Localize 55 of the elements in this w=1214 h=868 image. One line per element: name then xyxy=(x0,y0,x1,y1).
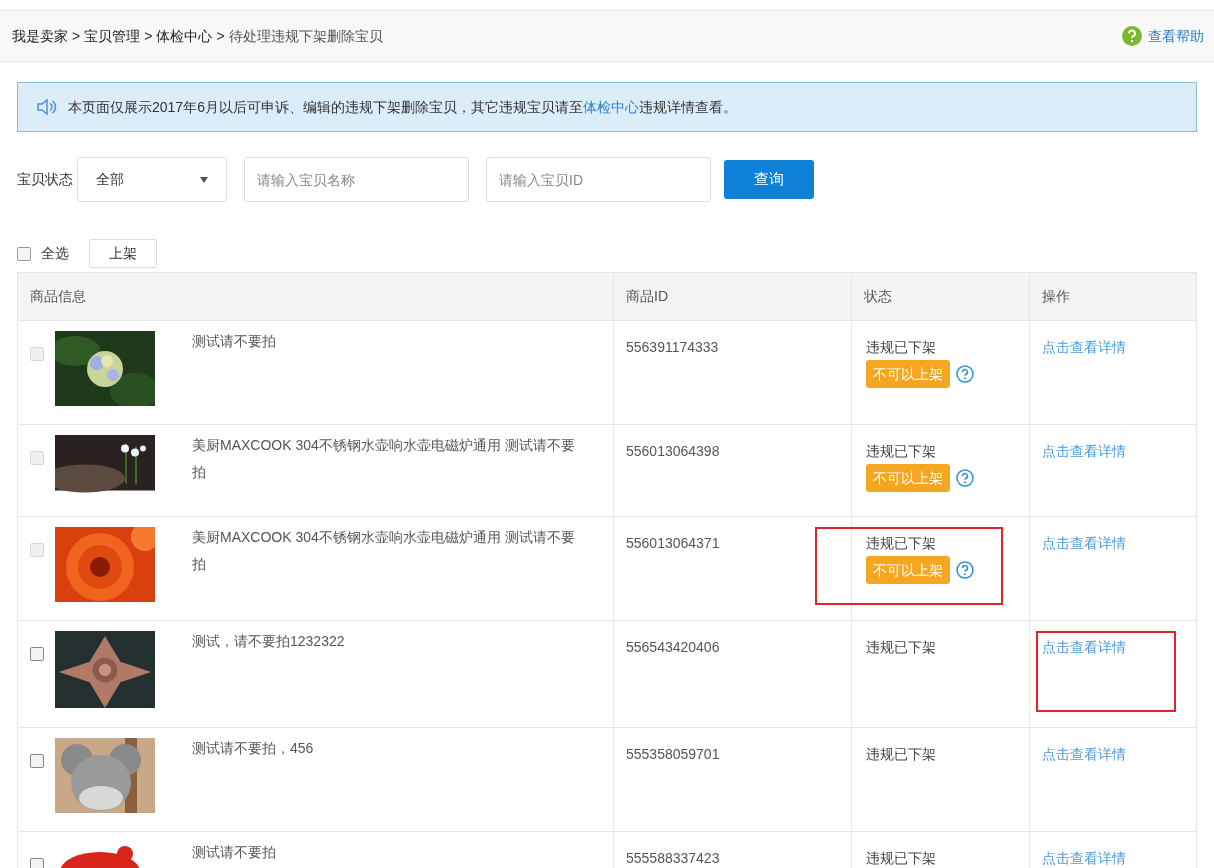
notice-link[interactable]: 体检中心 xyxy=(582,98,639,115)
status-select[interactable]: 全部 xyxy=(77,157,227,202)
view-details-link[interactable]: 点击查看详情 xyxy=(1042,746,1126,762)
status-text: 违规已下架 xyxy=(866,745,937,764)
product-id: 556013064371 xyxy=(626,535,720,551)
search-button[interactable]: 查询 xyxy=(724,160,814,199)
breadcrumb-item[interactable]: 我是卖家 xyxy=(12,25,68,47)
column-header: 状态 xyxy=(864,287,892,306)
status-tag: 不可以上架 xyxy=(866,360,950,388)
help-icon xyxy=(956,561,974,579)
status-text: 违规已下架 xyxy=(866,638,937,657)
help-icon xyxy=(956,365,974,383)
filter-label: 宝贝状态 xyxy=(17,170,73,189)
product-title: 美厨MAXCOOK 304不锈钢水壶响水壶电磁炉通用 测试请不要拍 xyxy=(192,436,576,482)
breadcrumb-separator: > xyxy=(144,26,153,46)
product-title: 测试请不要拍 xyxy=(192,332,277,351)
help-icon xyxy=(956,469,974,487)
row-checkbox[interactable] xyxy=(30,858,44,868)
status-tag: 不可以上架 xyxy=(866,556,950,584)
breadcrumb-item[interactable]: 体检中心 xyxy=(156,25,213,47)
help-icon xyxy=(1122,26,1142,46)
product-title: 测试请不要拍，456 xyxy=(192,739,315,758)
product-id: 556391174333 xyxy=(626,339,719,355)
row-checkbox[interactable] xyxy=(30,647,44,661)
breadcrumb-item: 待处理违规下架删除宝贝 xyxy=(228,26,383,46)
breadcrumb-item[interactable]: 宝贝管理 xyxy=(84,25,141,47)
product-id: 556013064398 xyxy=(626,443,720,459)
status-text: 违规已下架 xyxy=(866,338,937,357)
product-title: 美厨MAXCOOK 304不锈钢水壶响水壶电磁炉通用 测试请不要拍 xyxy=(192,528,576,574)
id-input[interactable]: 请输入宝贝ID xyxy=(486,157,711,202)
breadcrumb-separator: > xyxy=(72,26,81,46)
status-tag: 不可以上架 xyxy=(866,464,950,492)
status-text: 违规已下架 xyxy=(866,849,937,868)
select-all-label: 全选 xyxy=(41,244,69,263)
status-text: 违规已下架 xyxy=(866,442,937,461)
view-details-link[interactable]: 点击查看详情 xyxy=(1042,639,1126,655)
view-details-link[interactable]: 点击查看详情 xyxy=(1042,850,1126,866)
product-id: 555358059701 xyxy=(626,746,720,762)
shelve-button[interactable]: 上架 xyxy=(89,239,157,268)
dropdown-caret-icon xyxy=(200,176,208,183)
row-checkbox[interactable] xyxy=(30,754,44,768)
column-header: 商品信息 xyxy=(30,287,86,306)
status-text: 违规已下架 xyxy=(866,534,937,553)
breadcrumb-separator: > xyxy=(216,26,225,46)
product-title: 测试请不要拍 xyxy=(192,843,277,862)
column-header: 商品ID xyxy=(626,287,668,306)
select-all-checkbox[interactable] xyxy=(17,246,31,261)
help-link[interactable]: 查看帮助 xyxy=(1122,25,1204,47)
column-header: 操作 xyxy=(1042,287,1070,306)
product-title: 测试，请不要拍1232322 xyxy=(192,632,346,651)
speaker-icon xyxy=(36,97,58,117)
notice-text: 本页面仅展示2017年6月以后可申诉、编辑的违规下架删除宝贝，其它违规宝贝请至体检中心违规详情查看。 xyxy=(68,97,737,117)
product-id: 555588337423 xyxy=(626,850,720,866)
product-id: 556543420406 xyxy=(626,639,720,655)
name-input[interactable]: 请输入宝贝名称 xyxy=(244,157,469,202)
